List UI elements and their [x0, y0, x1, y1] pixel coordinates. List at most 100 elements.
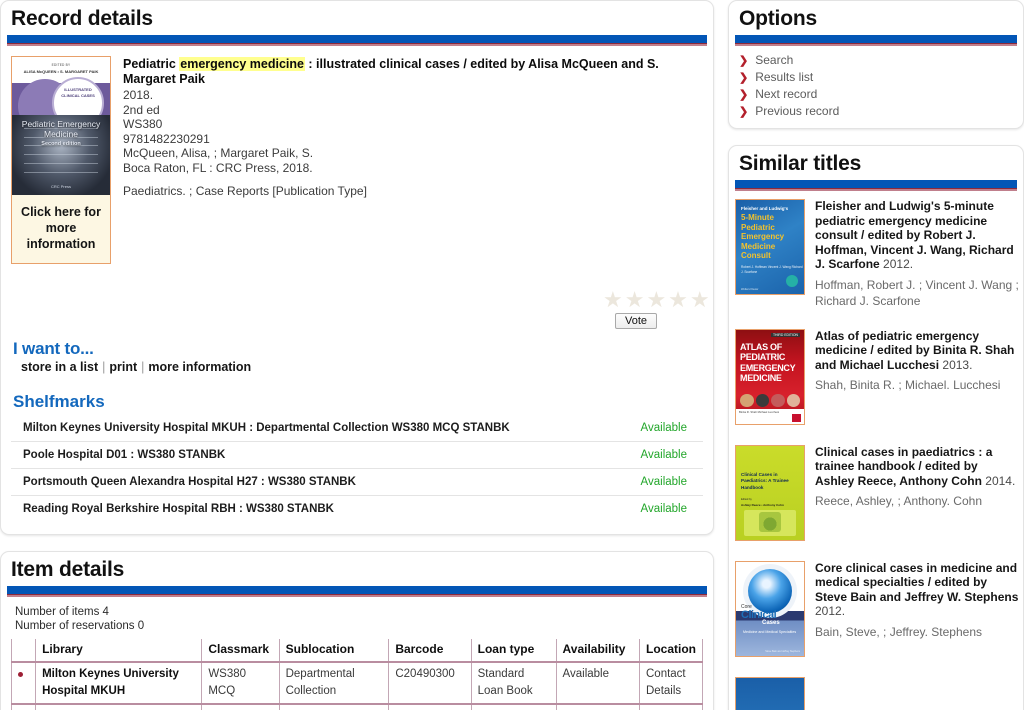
options-title: Options	[739, 7, 817, 30]
cell-loan-type: Standard Loan Book	[470, 662, 557, 705]
book-cover-link[interactable]: EDITED BY ALISA McQUEEN • S. MARGARET PA…	[11, 56, 111, 264]
cell-availability: Available	[555, 662, 641, 705]
record-subjects: Paediatrics. ; Case Reports [Publication…	[123, 184, 367, 198]
chevron-right-icon: ❯	[739, 55, 749, 67]
option-item-next-record[interactable]: ❯ Next record	[733, 86, 1023, 103]
i-want-to-heading: I want to...	[13, 339, 94, 358]
column-header-location: Location	[639, 639, 703, 663]
link-separator-2: |	[141, 360, 145, 374]
similar-title-label: Clinical cases in paediatrics : a traine…	[815, 444, 993, 488]
chevron-right-icon: ❯	[739, 106, 749, 118]
shelfmark-row[interactable]: Portsmouth Queen Alexandra Hospital H27 …	[11, 469, 703, 496]
option-item-previous-record[interactable]: ❯ Previous record	[733, 103, 1023, 120]
store-in-a-list-link[interactable]: store in a list	[21, 360, 98, 374]
shelfmark-name: Poole Hospital D01 : WS380 STANBK	[23, 449, 226, 461]
table-row[interactable]: Poole Hospital D01 WS380 P2019203 Standa…	[10, 704, 703, 710]
cover-edition: THIRD EDITION	[770, 332, 800, 337]
similar-title-item[interactable]: Core Clinical Cases Medicine and Medical…	[729, 553, 1023, 669]
cell-location[interactable]: Contact Details	[639, 704, 703, 710]
panel-divider-bar	[7, 586, 707, 597]
record-meta-edition: 2nd ed	[123, 102, 160, 117]
similar-title-cover-image[interactable]: THIRD EDITION ATLAS OF PEDIATRIC EMERGEN…	[735, 328, 805, 425]
record-meta-isbn: 9781482230291	[123, 131, 210, 146]
cover-badge-icon	[786, 275, 798, 287]
cell-availability: Available	[555, 704, 641, 710]
record-meta-imprint: Boca Raton, FL : CRC Press, 2018.	[123, 160, 313, 175]
number-of-reservations: Number of reservations 0	[15, 620, 145, 632]
cover-authors: ALISA McQUEEN • S. MARGARET PAIK	[23, 69, 99, 74]
similar-title-year: 2012.	[815, 604, 846, 618]
similar-title-cover-image[interactable]: Core Clinical Cases Medicine and Medical…	[735, 560, 805, 657]
similar-title-line[interactable]: Clinical cases in paediatrics : a traine…	[815, 445, 1019, 489]
shelfmark-name: Portsmouth Queen Alexandra Hospital H27 …	[23, 476, 356, 488]
cell-barcode: P2019203	[388, 704, 472, 710]
cover-cases-label: Cases	[762, 619, 780, 626]
panel-divider-bar	[735, 180, 1017, 191]
shelfmark-status: Available	[640, 503, 687, 515]
chevron-right-icon: ❯	[739, 89, 749, 101]
record-meta-year: 2018.	[123, 88, 154, 102]
star-rating-icon[interactable]: ★★★★★	[603, 289, 712, 311]
shelfmark-row[interactable]: Poole Hospital D01 : WS380 STANBK Availa…	[11, 442, 703, 469]
record-details-panel: Record details EDITED BY ALISA McQUEEN •…	[0, 0, 714, 535]
cell-classmark: WS380	[201, 704, 280, 710]
item-details-body: Number of items 4 Number of reservations…	[1, 597, 713, 710]
item-details-title: Item details	[11, 558, 125, 581]
similar-title-item[interactable]	[729, 669, 1023, 710]
similar-title-cover-image[interactable]	[735, 676, 805, 710]
cover-line-2: 5-Minute Pediatric Emergency Medicine Co…	[741, 213, 785, 260]
cover-specialties-label: Medicine and Medical Specialties	[743, 629, 797, 634]
vote-button[interactable]: Vote	[615, 313, 658, 329]
cover-tree-icon	[759, 511, 781, 532]
cell-sublocation: Departmental Collection	[278, 662, 390, 705]
shelfmark-row[interactable]: Reading Royal Berkshire Hospital RBH : W…	[11, 496, 703, 522]
similar-title-text: Atlas of pediatric emergency medicine / …	[815, 329, 1019, 425]
similar-title-line[interactable]: Core clinical cases in medicine and medi…	[815, 561, 1019, 619]
option-item-search[interactable]: ❯ Search	[733, 52, 1023, 69]
cover-footer: Binita R. Shah Michael Lucchesi	[739, 409, 780, 414]
table-header-row: Library Classmark Sublocation Barcode Lo…	[10, 639, 703, 663]
publisher-logo-icon	[792, 413, 801, 422]
cover-cta-label[interactable]: Click here for more information	[12, 195, 110, 263]
book-cover-image[interactable]: EDITED BY ALISA McQUEEN • S. MARGARET PA…	[12, 57, 110, 195]
option-item-results-list[interactable]: ❯ Results list	[733, 69, 1023, 86]
column-header-library: Library	[35, 639, 203, 663]
similar-title-cover-image[interactable]: Fleisher and Ludwig's 5-Minute Pediatric…	[735, 199, 805, 295]
similar-title-year: 2014.	[985, 473, 1016, 488]
table-row[interactable]: Milton Keynes University Hospital MKUH W…	[10, 662, 703, 705]
shelfmark-name: Reading Royal Berkshire Hospital RBH : W…	[23, 503, 334, 515]
similar-title-label: Atlas of pediatric emergency medicine / …	[815, 328, 1015, 372]
shelfmark-row[interactable]: Milton Keynes University Hospital MKUH :…	[11, 415, 703, 442]
option-label: Results list	[755, 70, 814, 84]
record-details-title: Record details	[11, 7, 153, 30]
similar-titles-panel: Similar titles Fleisher and Ludwig's 5-M…	[728, 145, 1024, 710]
similar-title-authors: Bain, Steve, ; Jeffrey. Stephens	[815, 624, 982, 639]
similar-title-item[interactable]: Clinical Cases in Paediatrics: A Trainee…	[729, 437, 1023, 553]
panel-divider-bar	[735, 35, 1017, 46]
more-information-link[interactable]: more information	[148, 360, 251, 374]
shelfmark-status: Available	[640, 422, 687, 434]
print-link[interactable]: print	[109, 360, 137, 374]
shelfmarks-heading: Shelfmarks	[13, 392, 105, 411]
cover-title: ATLAS OF PEDIATRIC EMERGENCY MEDICINE	[740, 341, 796, 384]
similar-title-year: 2012.	[883, 257, 914, 271]
shelfmark-name: Milton Keynes University Hospital MKUH :…	[23, 422, 510, 434]
similar-title-item[interactable]: THIRD EDITION ATLAS OF PEDIATRIC EMERGEN…	[729, 321, 1023, 437]
left-column: Record details EDITED BY ALISA McQUEEN •…	[0, 0, 714, 710]
similar-title-line[interactable]: Atlas of pediatric emergency medicine / …	[815, 329, 1019, 373]
column-header-barcode: Barcode	[388, 639, 472, 663]
similar-titles-title: Similar titles	[739, 152, 862, 175]
cell-library: Milton Keynes University Hospital MKUH	[35, 662, 203, 705]
similar-title-label: Core clinical cases in medicine and medi…	[815, 560, 1019, 604]
similar-title-line[interactable]: Fleisher and Ludwig's 5-minute pediatric…	[815, 199, 1019, 272]
similar-title-cover-image[interactable]: Clinical Cases in Paediatrics: A Trainee…	[735, 444, 805, 541]
cover-publisher: CRC Press	[50, 184, 71, 189]
similar-title-authors: Hoffman, Robert J. ; Vincent J. Wang ; R…	[815, 277, 1019, 308]
cover-title: Clinical Cases in Paediatrics: A Trainee…	[741, 471, 789, 490]
similar-title-item[interactable]: Fleisher and Ludwig's 5-Minute Pediatric…	[729, 191, 1023, 321]
item-details-panel: Item details Number of items 4 Number of…	[0, 551, 714, 710]
cell-loan-type: Standard Loan Book	[470, 704, 557, 710]
cover-bottom-bar: Binita R. Shah Michael Lucchesi	[736, 408, 804, 424]
cell-location[interactable]: Contact Details	[639, 662, 703, 705]
options-panel: Options ❯ Search ❯ Results list ❯ Next r…	[728, 0, 1024, 129]
